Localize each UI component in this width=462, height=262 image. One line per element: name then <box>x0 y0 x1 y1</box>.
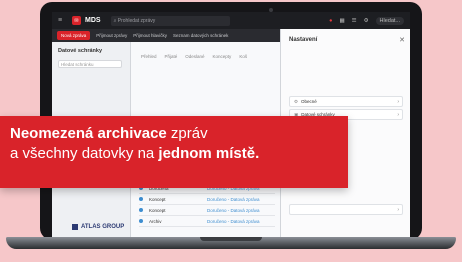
tab-sent[interactable]: Odeslané <box>185 54 204 59</box>
banner-line-2: a všechny datovky na jednom místě. <box>10 145 259 163</box>
topbar-actions: ● ▦ ☰ ⚙ Hledat... <box>329 12 404 29</box>
banner-line-1: Neomezená archivace zpráv <box>10 125 208 143</box>
tab-drafts[interactable]: Koncepty <box>213 54 232 59</box>
settings-row[interactable]: › <box>289 204 403 215</box>
settings-row-general[interactable]: ⚙ Obecné › <box>289 96 403 107</box>
tab-trash[interactable]: Koš <box>239 54 247 59</box>
atlas-logo-icon <box>72 224 78 230</box>
promo-banner: Neomezená archivace zpráv a všechny dato… <box>0 116 348 188</box>
table-row[interactable]: Koncept Doručeno - Datová zpráva <box>139 205 275 216</box>
table-row[interactable]: Archiv Doručeno - Datová zpráva <box>139 216 275 227</box>
mail-logo-icon: ✉ <box>72 16 81 25</box>
toolbar-item-headers[interactable]: Přijmout hlavičky <box>133 33 167 38</box>
row-name: Archiv <box>149 218 162 224</box>
chevron-right-icon: › <box>397 98 399 105</box>
atlas-logo-text: ATLAS GROUP <box>81 224 125 230</box>
search-input[interactable]: ⌕ Prohledat zprávy <box>110 15 230 26</box>
row-status: Doručeno - Datová zpráva <box>207 207 260 213</box>
banner-line-1-bold: Neomezená archivace <box>10 125 167 142</box>
hamburger-menu-icon[interactable]: ≡ <box>58 17 66 24</box>
search-placeholder: Prohledat zprávy <box>117 17 156 24</box>
chevron-right-icon: › <box>397 111 399 118</box>
unread-dot-icon <box>139 219 143 223</box>
row-name: Koncept <box>149 196 166 202</box>
gear-icon: ⚙ <box>294 98 299 104</box>
new-message-button[interactable]: Nová zpráva <box>57 31 91 40</box>
unread-dot-icon <box>139 197 143 201</box>
atlas-group-logo: ATLAS GROUP <box>72 224 124 230</box>
banner-line-2-bold: jednom místě. <box>158 145 260 162</box>
notification-icon[interactable]: ● <box>329 18 332 24</box>
row-status: Doručeno - Datová zpráva <box>207 218 260 224</box>
settings-title: Nastavení <box>289 37 318 43</box>
tab-received[interactable]: Přijaté <box>165 54 178 59</box>
top-bar: ≡ ✉ MDS ⌕ Prohledat zprávy ● ▦ ☰ ⚙ Hleda… <box>52 12 410 29</box>
banner-line-1-rest: zpráv <box>166 125 208 142</box>
list-icon[interactable]: ☰ <box>352 18 357 24</box>
toolbar: Nová zpráva Přijmout zprávy Přijmout hla… <box>52 29 285 42</box>
settings-row-label: Obecné <box>301 99 317 104</box>
close-icon[interactable]: ✕ <box>399 36 405 44</box>
row-status: Doručeno - Datová zpráva <box>207 196 260 202</box>
grid-icon[interactable]: ▦ <box>339 18 344 24</box>
toolbar-item-boxes[interactable]: Seznam datových schránek <box>173 33 228 38</box>
banner-line-2-start: a všechny datovky na <box>10 145 159 162</box>
laptop-notch <box>200 237 262 241</box>
sidebar-title: Datové schránky <box>58 48 103 54</box>
toolbar-item-receive[interactable]: Přijmout zprávy <box>96 33 127 38</box>
list-tabs: Přehled Přijaté Odeslané Koncepty Koš <box>141 54 247 59</box>
sidebar-search-input[interactable]: Hledat schránku <box>58 60 122 68</box>
gear-icon[interactable]: ⚙ <box>364 18 369 24</box>
chevron-right-icon: › <box>397 206 399 213</box>
tab-overview[interactable]: Přehled <box>141 54 157 59</box>
app-name: MDS <box>85 17 101 24</box>
unread-dot-icon <box>139 208 143 212</box>
user-menu[interactable]: Hledat... <box>375 16 404 25</box>
row-name: Koncept <box>149 207 166 213</box>
table-row[interactable]: Koncept Doručeno - Datová zpráva <box>139 194 275 205</box>
